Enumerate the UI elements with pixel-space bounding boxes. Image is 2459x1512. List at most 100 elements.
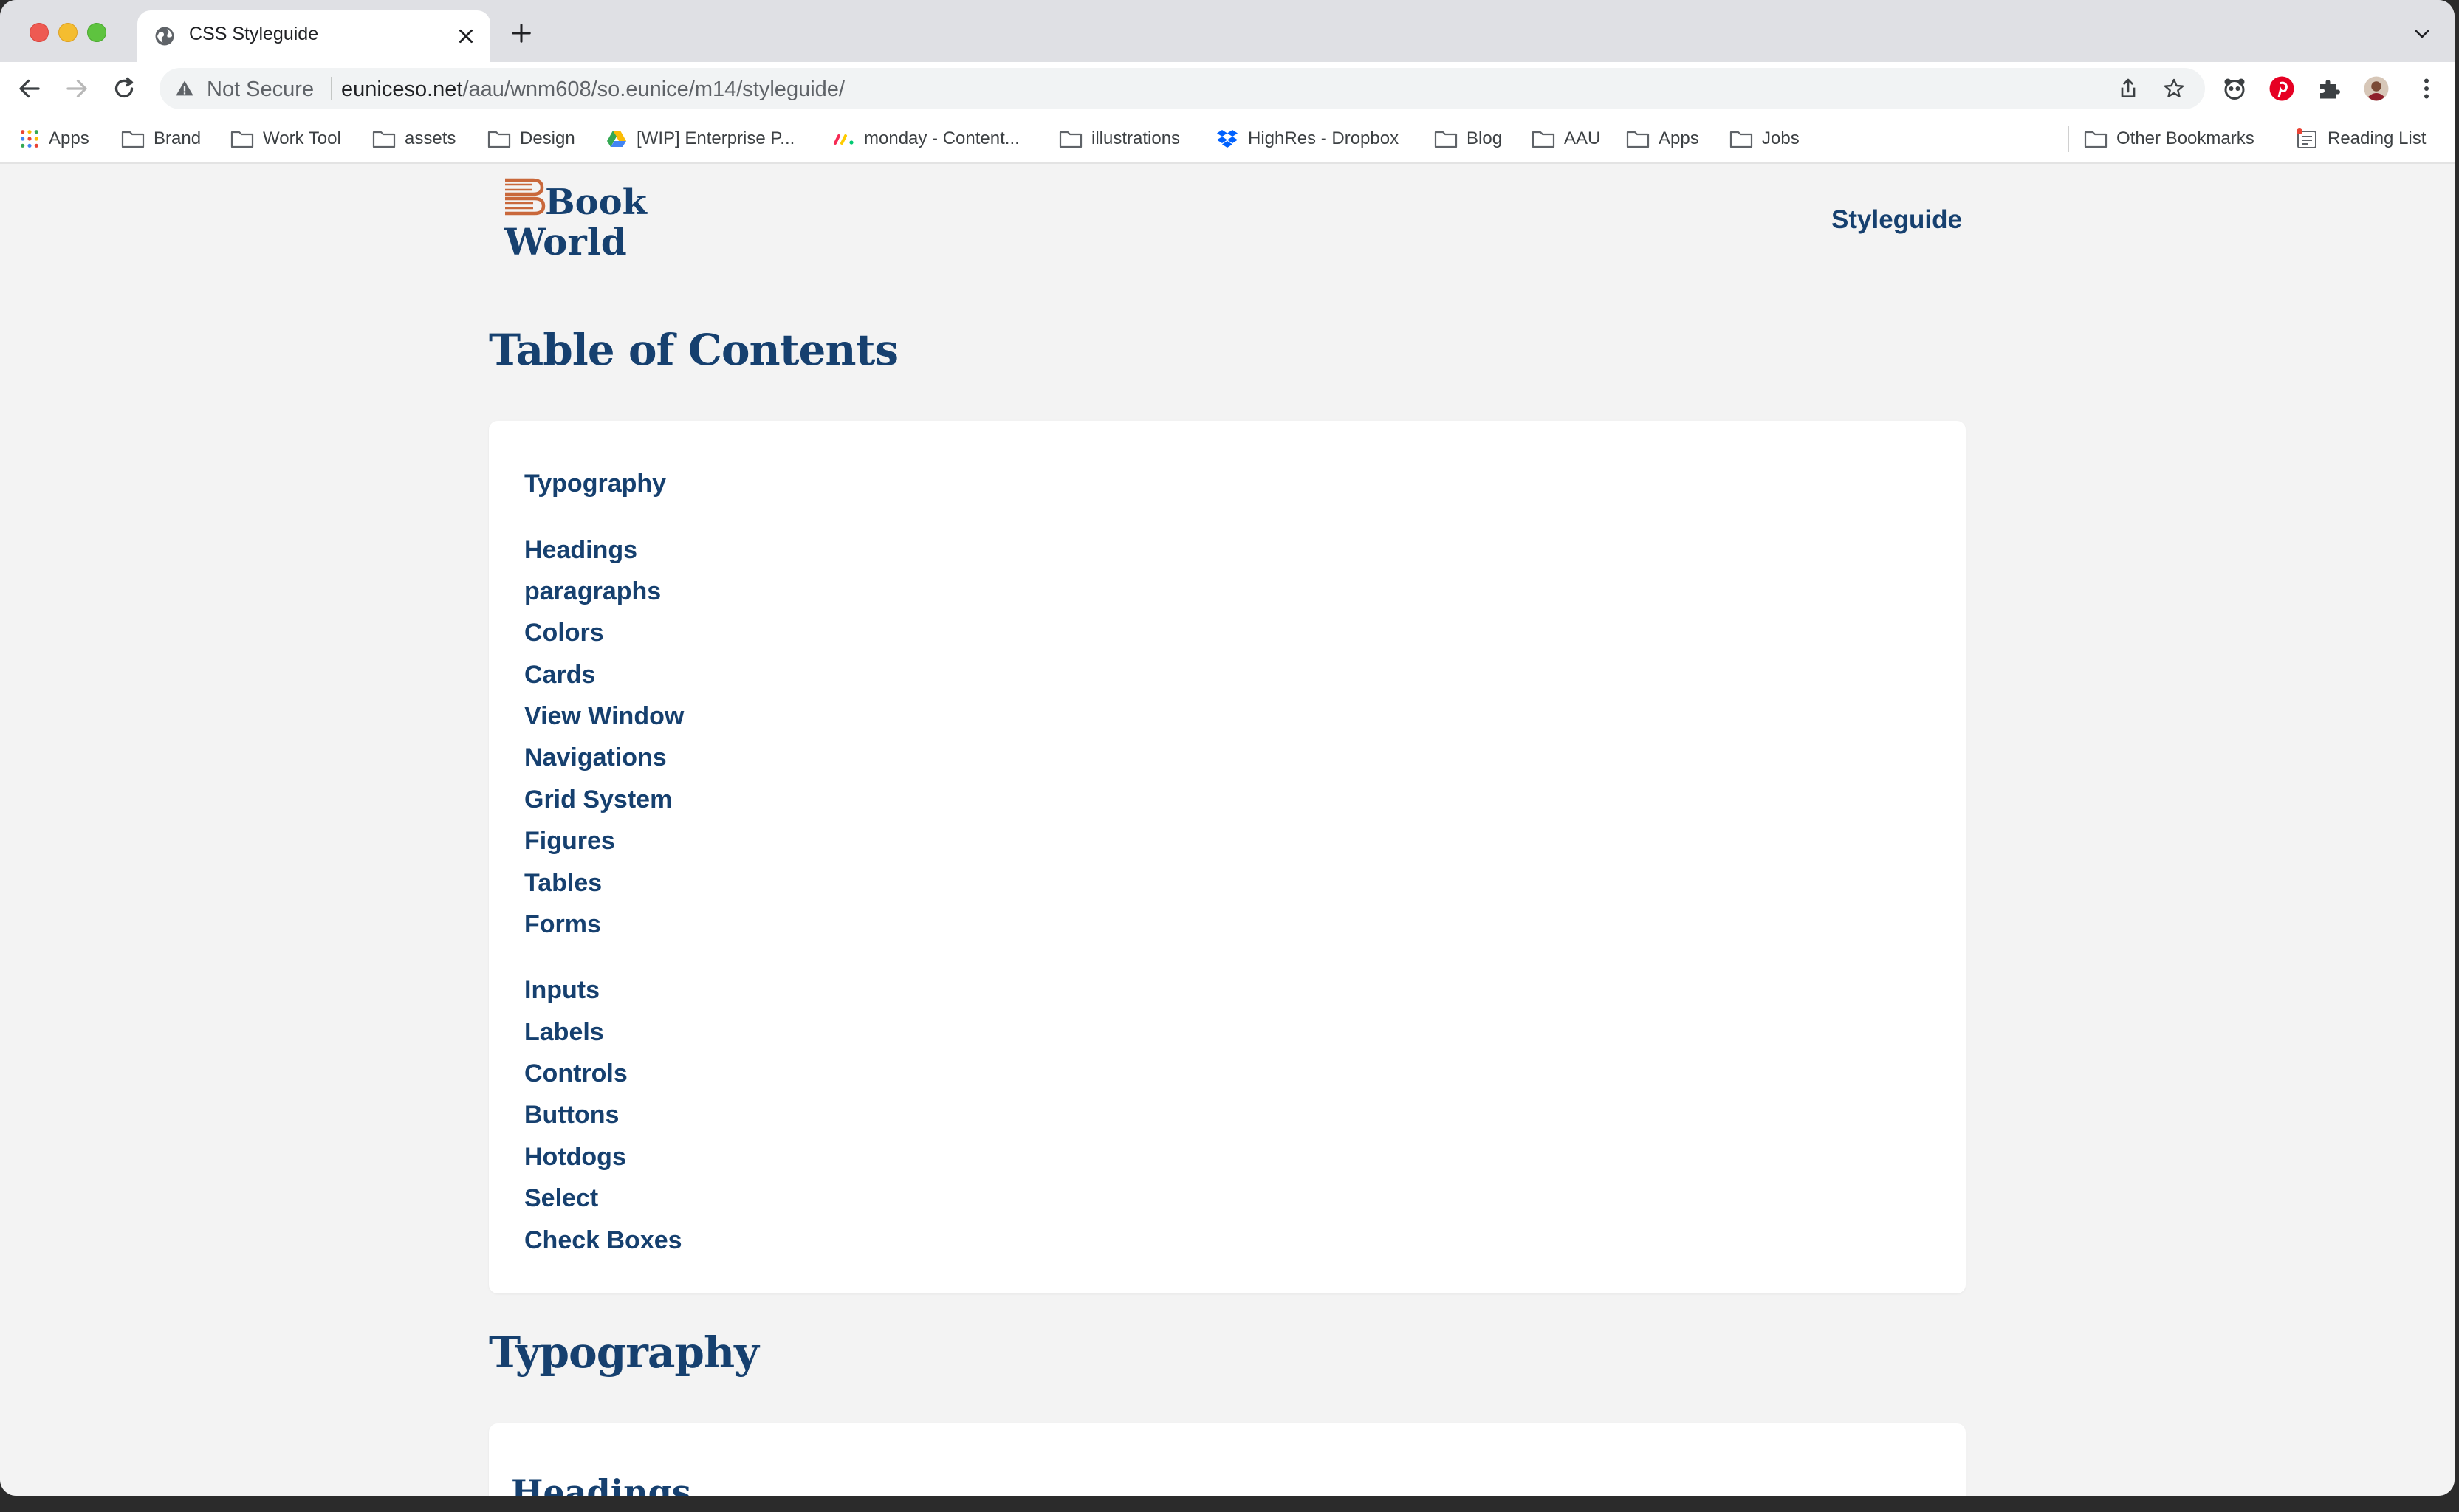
nav-link-styleguide[interactable]: Styleguide: [1831, 205, 1962, 235]
bookmark-assets[interactable]: assets: [372, 124, 456, 154]
forward-icon[interactable]: [64, 75, 90, 102]
google-drive-icon: [607, 131, 626, 147]
bookmark-label: Design: [520, 128, 575, 148]
bookmark-star-icon[interactable]: [2162, 77, 2186, 100]
logo-text-book: Book: [545, 182, 648, 223]
toc-link-forms[interactable]: Forms: [524, 910, 601, 939]
url-host: euniceso.net: [341, 78, 463, 101]
bookmark-jobs[interactable]: Jobs: [1729, 124, 1800, 154]
bookmark-label: Brand: [154, 128, 202, 148]
tab-strip: CSS Styleguide: [0, 0, 2455, 62]
security-status[interactable]: Not Secure: [207, 78, 314, 102]
folder-icon: [487, 131, 511, 148]
page-viewport: Book World Styleguide Table of Contents …: [0, 164, 2455, 1496]
close-window-button[interactable]: [30, 23, 49, 42]
typography-heading: Typography: [489, 1327, 759, 1378]
toc-link-view-window[interactable]: View Window: [524, 702, 684, 731]
toc-link-paragraphs[interactable]: paragraphs: [524, 577, 661, 606]
bookmark-wip-enterprise[interactable]: [WIP] Enterprise P...: [606, 124, 795, 154]
bookmark-label: [WIP] Enterprise P...: [637, 128, 795, 148]
omnibox-divider: [331, 77, 332, 100]
url-path: /aau/wnm608/so.eunice/m14/styleguide/: [462, 78, 845, 101]
bookmark-label: Jobs: [1762, 128, 1800, 148]
bookmark-label: Reading List: [2328, 128, 2427, 148]
share-icon[interactable]: [2116, 77, 2140, 100]
bookmarks-bar: Apps Brand Work Tool assets Design [WIP]…: [0, 115, 2455, 164]
bookmark-label: Blog: [1467, 128, 1503, 148]
toc-link-check-boxes[interactable]: Check Boxes: [524, 1226, 682, 1255]
toc-link-cards[interactable]: Cards: [524, 661, 595, 690]
bookmark-brand[interactable]: Brand: [121, 124, 201, 154]
zoom-window-button[interactable]: [87, 23, 106, 42]
minimize-window-button[interactable]: [58, 23, 78, 42]
back-icon[interactable]: [16, 75, 43, 102]
reload-icon[interactable]: [111, 75, 137, 102]
book-world-logo[interactable]: Book World: [502, 176, 650, 264]
warning-icon[interactable]: [174, 78, 195, 99]
bookmark-apps-folder[interactable]: Apps: [1626, 124, 1699, 154]
globe-icon: [155, 27, 174, 46]
bookmark-label: AAU: [1564, 128, 1601, 148]
toc-link-select[interactable]: Select: [524, 1184, 598, 1213]
bookmark-label: Work Tool: [263, 128, 341, 148]
bookmark-illustrations[interactable]: illustrations: [1059, 124, 1180, 154]
more-menu-icon[interactable]: [2413, 75, 2440, 102]
bookmark-label: Other Bookmarks: [2116, 128, 2254, 148]
address-bar[interactable]: Not Secure euniceso.net/aau/wnm608/so.eu…: [160, 68, 2205, 109]
bookmark-reading-list[interactable]: Reading List: [2295, 124, 2426, 154]
typography-card: Headings: [489, 1423, 1966, 1496]
bookmark-monday[interactable]: monday - Content...: [833, 124, 1020, 154]
folder-icon: [1059, 131, 1083, 148]
toc-link-typography[interactable]: Typography: [524, 470, 666, 498]
folder-icon: [1626, 131, 1650, 148]
folder-icon: [1434, 131, 1458, 148]
toc-link-labels[interactable]: Labels: [524, 1018, 604, 1047]
toc-link-hotdogs[interactable]: Hotdogs: [524, 1143, 626, 1172]
folder-icon: [1532, 131, 1555, 148]
folder-icon: [121, 131, 145, 148]
chevron-down-icon[interactable]: [2413, 25, 2431, 43]
toc-card: Typography Headings paragraphs Colors Ca…: [489, 421, 1966, 1293]
bookmark-label: Apps: [49, 128, 89, 148]
toc-link-buttons[interactable]: Buttons: [524, 1101, 619, 1130]
tab-css-styleguide[interactable]: CSS Styleguide: [137, 10, 490, 62]
pinterest-icon[interactable]: [2268, 75, 2295, 102]
profile-avatar-icon[interactable]: [2363, 75, 2390, 102]
extensions-puzzle-icon[interactable]: [2316, 75, 2342, 102]
browser-window: CSS Styleguide Not Secure euniceso.net/a…: [0, 0, 2455, 1496]
toc-link-grid-system[interactable]: Grid System: [524, 786, 672, 814]
bookmarks-divider: [2068, 126, 2069, 152]
browser-toolbar: Not Secure euniceso.net/aau/wnm608/so.eu…: [0, 62, 2455, 115]
extension-panda-icon[interactable]: [2221, 75, 2248, 102]
toc-link-inputs[interactable]: Inputs: [524, 976, 600, 1005]
bookmark-work-tool[interactable]: Work Tool: [230, 124, 341, 154]
close-tab-icon[interactable]: [456, 27, 476, 46]
folder-icon: [2084, 131, 2108, 148]
folder-icon: [1729, 131, 1753, 148]
headings-subheading: Headings: [511, 1472, 691, 1496]
apps-grid-icon: [21, 130, 38, 148]
logo-text-world: World: [504, 220, 627, 264]
toc-link-headings[interactable]: Headings: [524, 536, 637, 565]
bookmark-label: assets: [405, 128, 456, 148]
bookmark-other-bookmarks[interactable]: Other Bookmarks: [2084, 124, 2254, 154]
tab-title: CSS Styleguide: [189, 24, 319, 44]
toc-link-figures[interactable]: Figures: [524, 827, 615, 856]
monday-icon: [834, 134, 854, 145]
bookmark-blog[interactable]: Blog: [1434, 124, 1502, 154]
reading-list-icon: [2297, 128, 2316, 148]
book-stack-icon: [505, 178, 546, 216]
bookmark-highres-dropbox[interactable]: HighRes - Dropbox: [1215, 124, 1399, 154]
bookmark-apps[interactable]: Apps: [19, 124, 89, 154]
folder-icon: [372, 131, 396, 148]
new-tab-icon[interactable]: [510, 22, 532, 44]
bookmark-design[interactable]: Design: [487, 124, 575, 154]
toc-link-tables[interactable]: Tables: [524, 869, 602, 898]
bookmark-label: illustrations: [1091, 128, 1181, 148]
toc-link-navigations[interactable]: Navigations: [524, 743, 667, 772]
toc-link-colors[interactable]: Colors: [524, 619, 604, 647]
toc-link-controls[interactable]: Controls: [524, 1059, 628, 1088]
toc-heading: Table of Contents: [489, 325, 899, 375]
bookmark-aau[interactable]: AAU: [1532, 124, 1600, 154]
url-text[interactable]: euniceso.net/aau/wnm608/so.eunice/m14/st…: [341, 78, 845, 102]
